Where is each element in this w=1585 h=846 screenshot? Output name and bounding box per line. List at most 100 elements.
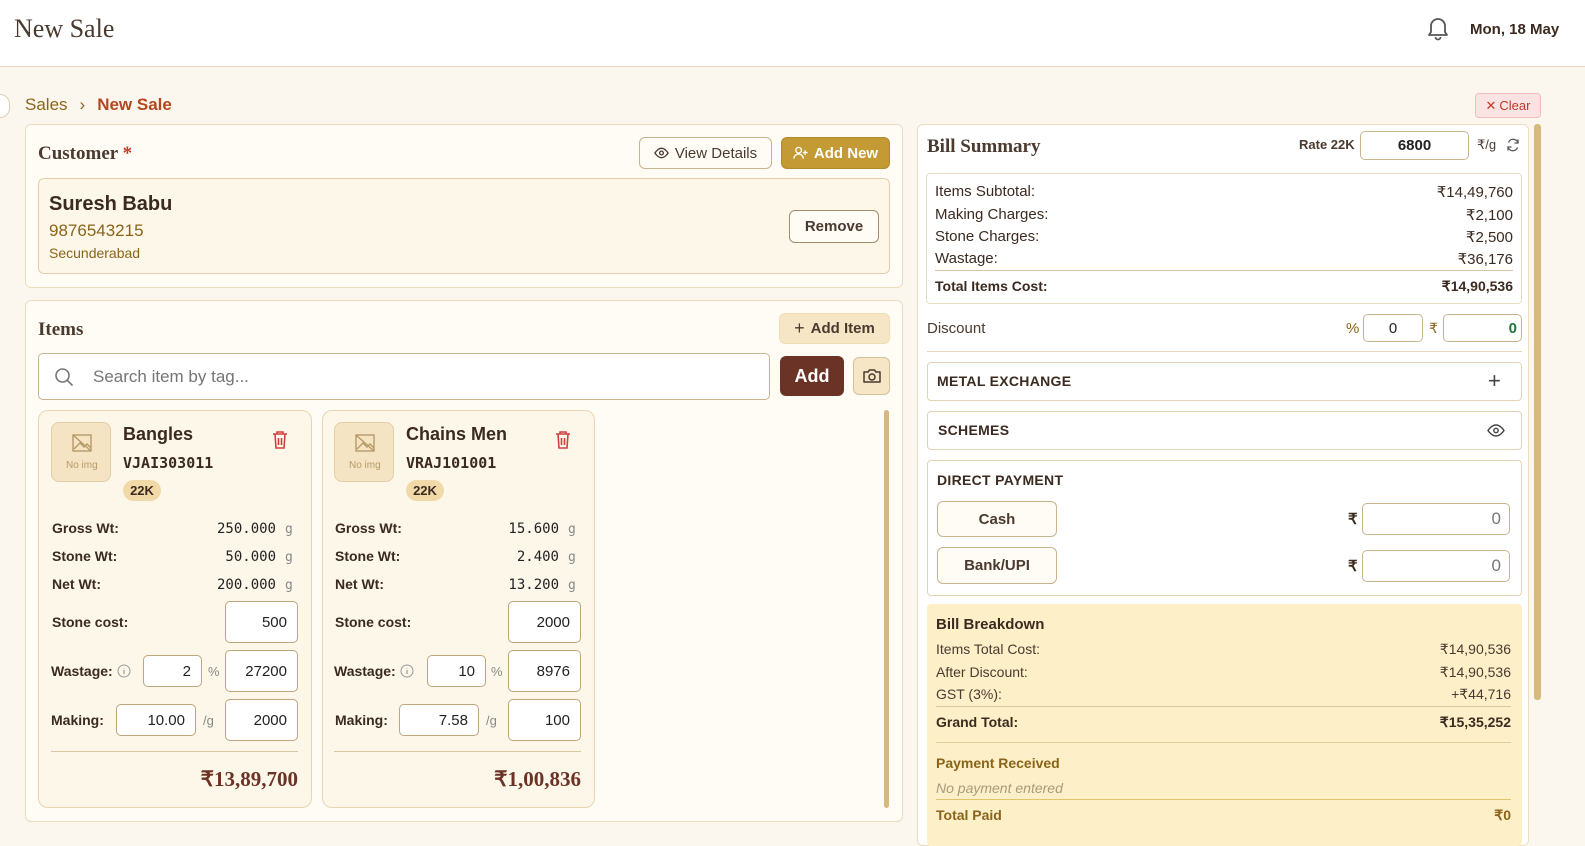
stone-cost-label: Stone cost:: [335, 614, 412, 630]
summary-scrollbar[interactable]: [1534, 124, 1541, 700]
item-name: Chains Men: [406, 424, 508, 444]
metal-exchange-label: METAL EXCHANGE: [937, 373, 1072, 389]
making-amount-input[interactable]: 2000: [225, 699, 298, 741]
item-total: ₹1,00,836: [494, 767, 581, 791]
camera-button[interactable]: [853, 357, 890, 395]
row-label: Stone Charges:: [935, 228, 1040, 245]
close-icon: ✕: [1485, 97, 1497, 113]
plus-icon[interactable]: +: [1488, 368, 1501, 394]
add-item-button[interactable]: + Add Item: [779, 313, 890, 344]
add-new-customer-button[interactable]: Add New: [781, 137, 890, 169]
making-label: Making:: [335, 712, 388, 728]
making-label: Making:: [51, 712, 104, 728]
percent-unit: %: [491, 664, 503, 679]
clear-label: Clear: [1499, 98, 1531, 113]
plus-icon: +: [794, 318, 805, 338]
remove-customer-button[interactable]: Remove: [789, 210, 879, 243]
gold-rate-input[interactable]: 6800: [1360, 131, 1469, 160]
wastage-amount-input[interactable]: 8976: [508, 650, 581, 692]
item-name: Bangles: [123, 424, 194, 444]
total-paid-row: Total Paid ₹0: [936, 807, 1511, 824]
purity-badge: 22K: [406, 480, 444, 501]
row-value: ₹14,49,760: [1436, 184, 1513, 201]
bell-icon[interactable]: [1426, 16, 1450, 42]
trash-icon[interactable]: [554, 430, 572, 450]
chevron-right-icon: ›: [79, 95, 86, 114]
discount-percent-symbol: %: [1346, 320, 1360, 337]
view-details-label: View Details: [674, 144, 758, 162]
gram-unit: g: [285, 578, 293, 593]
sidebar-toggle[interactable]: [0, 94, 10, 118]
refresh-icon[interactable]: [1506, 138, 1520, 152]
customer-heading: Customer *: [38, 143, 132, 165]
gross-wt-value: 15.600: [508, 521, 559, 537]
grand-total-row: Grand Total: ₹15,35,252: [936, 714, 1511, 731]
item-search-field[interactable]: [38, 353, 770, 400]
divider: [936, 706, 1511, 707]
trash-icon[interactable]: [271, 430, 289, 450]
per-gram-unit: /g: [486, 713, 497, 728]
making-rate-input[interactable]: 7.58: [399, 704, 479, 736]
breadcrumb-sales-link[interactable]: Sales: [25, 95, 68, 114]
row-label: After Discount:: [936, 664, 1028, 680]
gram-unit: g: [568, 578, 576, 593]
purity-badge: 22K: [123, 480, 161, 501]
rate-unit: ₹/g: [1477, 137, 1497, 152]
breakdown-row: After Discount: ₹14,90,536: [936, 664, 1511, 681]
subtotal-row: Wastage: ₹36,176: [935, 250, 1513, 268]
breadcrumb: Sales › New Sale: [25, 95, 172, 115]
customer-city: Secunderabad: [49, 245, 141, 261]
discount-percent-input[interactable]: 0: [1363, 314, 1423, 342]
bank-amount-input[interactable]: [1362, 550, 1510, 582]
stone-cost-input[interactable]: 2000: [508, 601, 581, 643]
cash-amount-input[interactable]: [1362, 503, 1510, 535]
net-wt-value: 13.200: [508, 577, 559, 593]
no-img-label: No img: [349, 460, 381, 471]
view-details-button[interactable]: View Details: [639, 137, 772, 169]
percent-unit: %: [208, 664, 220, 679]
discount-rupee-symbol: ₹: [1429, 320, 1438, 336]
wastage-percent-input[interactable]: 10: [427, 655, 486, 687]
item-image-placeholder: No img: [51, 422, 111, 482]
wastage-amount-input[interactable]: 27200: [225, 650, 298, 692]
schemes-label: SCHEMES: [938, 422, 1010, 438]
subtotal-row: Stone Charges: ₹2,500: [935, 228, 1513, 246]
row-label: Making Charges:: [935, 206, 1049, 223]
add-item-label: Add Item: [810, 320, 875, 337]
divider: [51, 751, 298, 752]
direct-payment-label: DIRECT PAYMENT: [937, 472, 1064, 488]
bank-upi-button[interactable]: Bank/UPI: [937, 547, 1057, 584]
add-new-label: Add New: [813, 144, 879, 162]
customer-name: Suresh Babu: [49, 193, 173, 215]
gram-unit: g: [285, 550, 293, 565]
row-value: +₹44,716: [1451, 686, 1511, 702]
schemes-section[interactable]: [927, 411, 1522, 450]
gross-wt-value: 250.000: [216, 521, 276, 537]
breakdown-row: Items Total Cost: ₹14,90,536: [936, 641, 1511, 658]
info-icon[interactable]: [400, 664, 414, 678]
row-value: ₹14,90,536: [1441, 278, 1513, 294]
discount-amount-input[interactable]: 0: [1443, 314, 1522, 342]
cash-button[interactable]: Cash: [937, 501, 1057, 537]
customer-heading-text: Customer: [38, 143, 118, 164]
add-tag-button[interactable]: Add: [780, 356, 844, 396]
net-wt-value: 200.000: [216, 577, 276, 593]
info-icon[interactable]: [117, 664, 131, 678]
wastage-percent-input[interactable]: 2: [143, 655, 202, 687]
image-off-icon: [355, 434, 375, 452]
row-label: Items Subtotal:: [935, 183, 1036, 200]
subtotal-row: Items Subtotal: ₹14,49,760: [935, 183, 1513, 201]
item-search-input[interactable]: [93, 364, 753, 390]
total-items-row: Total Items Cost: ₹14,90,536: [935, 278, 1513, 295]
bill-summary-heading: Bill Summary: [927, 136, 1041, 157]
clear-button[interactable]: ✕ Clear: [1475, 93, 1541, 118]
rate-label: Rate 22K: [1299, 137, 1355, 152]
row-label: Total Paid: [936, 807, 1002, 823]
making-amount-input[interactable]: 100: [508, 699, 581, 741]
items-scrollbar[interactable]: [884, 410, 889, 808]
eye-icon[interactable]: [1487, 424, 1505, 437]
stone-cost-input[interactable]: 500: [225, 601, 298, 643]
row-label: Total Items Cost:: [935, 278, 1048, 294]
making-rate-input[interactable]: 10.00: [116, 704, 196, 736]
divider: [935, 270, 1513, 271]
